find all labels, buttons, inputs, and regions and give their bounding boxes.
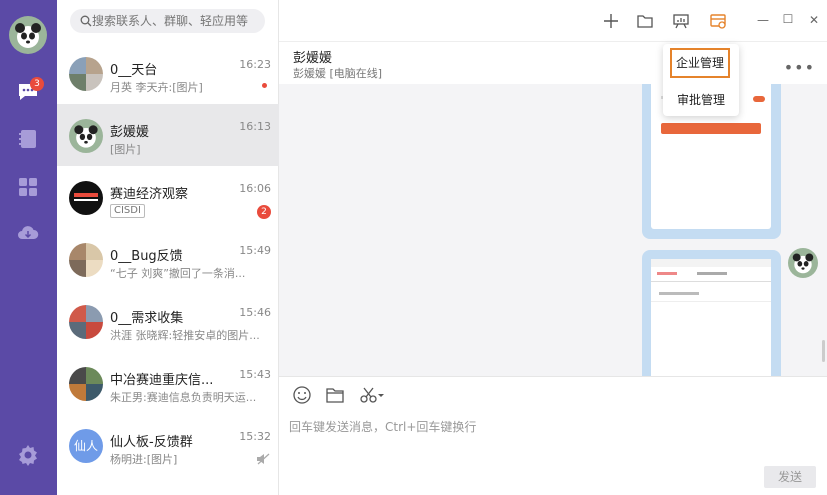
- channel-avatar: [69, 181, 103, 215]
- conversation-item[interactable]: 0__需求收集 15:46 洪涯 张晓辉:轻推安卓的图片...: [57, 290, 279, 352]
- unread-count-badge: 2: [257, 205, 271, 219]
- muted-icon: [257, 453, 270, 465]
- group-avatar: [69, 243, 103, 277]
- conversation-time: 15:49: [239, 244, 271, 257]
- image-message[interactable]: [642, 250, 781, 376]
- conversation-name: 中冶赛迪重庆信...: [110, 373, 214, 388]
- text-avatar: 仙人: [69, 429, 103, 463]
- composer-placeholder[interactable]: 回车键发送消息，Ctrl+回车键换行: [289, 418, 476, 435]
- folder-icon[interactable]: [325, 385, 345, 405]
- conversation-time: 16:13: [239, 120, 271, 133]
- minimize-button[interactable]: —: [756, 13, 770, 27]
- chat-icon[interactable]: 3: [16, 77, 44, 104]
- search-box[interactable]: [70, 9, 265, 33]
- emoji-icon[interactable]: [292, 385, 312, 405]
- conversation-time: 16:06: [239, 182, 271, 195]
- conversation-item[interactable]: 0__Bug反馈 15:49 “七子 刘爽”撤回了一条消...: [57, 228, 279, 290]
- conversation-item[interactable]: 赛迪经济观察 16:06 CISDI 2: [57, 166, 279, 228]
- conversation-name: 彭媛媛: [110, 125, 150, 140]
- group-avatar: [69, 57, 103, 91]
- chat-title: 彭媛媛: [293, 51, 333, 66]
- apps-grid-icon[interactable]: [16, 175, 40, 199]
- send-button[interactable]: 发送: [764, 466, 816, 488]
- presentation-icon[interactable]: [672, 12, 690, 30]
- chat-status: 彭媛媛 [电脑在线]: [293, 67, 383, 80]
- message-area: [279, 84, 827, 376]
- conversation-preview: 洪涯 张晓辉:轻推安卓的图片...: [110, 329, 260, 342]
- chat-header: 彭媛媛 彭媛媛 [电脑在线] •••: [279, 42, 827, 84]
- conversation-preview: 朱正男:赛迪信息负责明天运...: [110, 391, 257, 404]
- group-avatar: [69, 305, 103, 339]
- admin-dropdown-menu: 企业管理 审批管理: [663, 44, 739, 116]
- search-icon: [80, 15, 92, 27]
- conversation-name: 仙人板-反馈群: [110, 435, 193, 450]
- add-icon[interactable]: [602, 12, 620, 30]
- left-rail: 3: [0, 0, 57, 495]
- more-options-button[interactable]: •••: [784, 58, 815, 77]
- folder-icon[interactable]: [636, 12, 654, 30]
- admin-console-icon[interactable]: [709, 12, 727, 30]
- conversation-preview: CISDI: [110, 203, 260, 218]
- contacts-book-icon[interactable]: [16, 127, 40, 151]
- contact-avatar: [69, 119, 103, 153]
- menu-item-approval-management[interactable]: 审批管理: [663, 91, 739, 108]
- chat-unread-badge: 3: [30, 77, 44, 91]
- maximize-button[interactable]: ☐: [781, 12, 795, 26]
- cloud-drive-icon[interactable]: [16, 221, 40, 245]
- conversation-item[interactable]: 0__天台 16:23 月英 李天卉:[图片]: [57, 42, 279, 104]
- conversation-item[interactable]: 仙人 仙人板-反馈群 15:32 杨明进:[图片]: [57, 414, 279, 476]
- org-tag: CISDI: [110, 204, 145, 218]
- message-scrollbar[interactable]: [822, 340, 825, 362]
- conversation-preview: 月英 李天卉:[图片]: [110, 81, 203, 94]
- unread-dot: [262, 83, 267, 88]
- conversation-time: 16:23: [239, 58, 271, 71]
- group-avatar: [69, 367, 103, 401]
- conversation-time: 15:43: [239, 368, 271, 381]
- app-window: 3 0__天台 16:23 月英 李天卉:[图片]: [0, 0, 827, 495]
- conversation-preview: [图片]: [110, 143, 141, 156]
- my-avatar[interactable]: [788, 248, 818, 278]
- screenshot-scissors-icon[interactable]: [359, 385, 385, 405]
- user-avatar[interactable]: [9, 16, 47, 54]
- close-button[interactable]: ✕: [807, 13, 821, 27]
- conversation-item[interactable]: 中冶赛迪重庆信... 15:43 朱正男:赛迪信息负责明天运...: [57, 352, 279, 414]
- conversation-time: 15:46: [239, 306, 271, 319]
- conversation-name: 0__天台: [110, 63, 158, 78]
- conversation-preview: 杨明进:[图片]: [110, 453, 178, 466]
- settings-gear-icon[interactable]: [16, 443, 40, 467]
- conversation-item-selected[interactable]: 彭媛媛 16:13 [图片]: [57, 104, 279, 166]
- message-composer: 回车键发送消息，Ctrl+回车键换行 发送: [279, 376, 827, 495]
- conversation-time: 15:32: [239, 430, 271, 443]
- search-input[interactable]: [92, 9, 262, 33]
- conversation-name: 0__Bug反馈: [110, 249, 183, 264]
- conversation-list-pane: 0__天台 16:23 月英 李天卉:[图片] 彭媛媛 16:13 [图片] 赛…: [57, 0, 279, 495]
- top-toolbar: — ☐ ✕: [279, 0, 827, 42]
- screenshot-thumbnail: [651, 259, 771, 376]
- conversation-name: 赛迪经济观察: [110, 187, 189, 202]
- conversation-name: 0__需求收集: [110, 311, 184, 326]
- conversation-preview: “七子 刘爽”撤回了一条消...: [110, 267, 246, 280]
- menu-item-enterprise-management[interactable]: 企业管理: [670, 48, 730, 78]
